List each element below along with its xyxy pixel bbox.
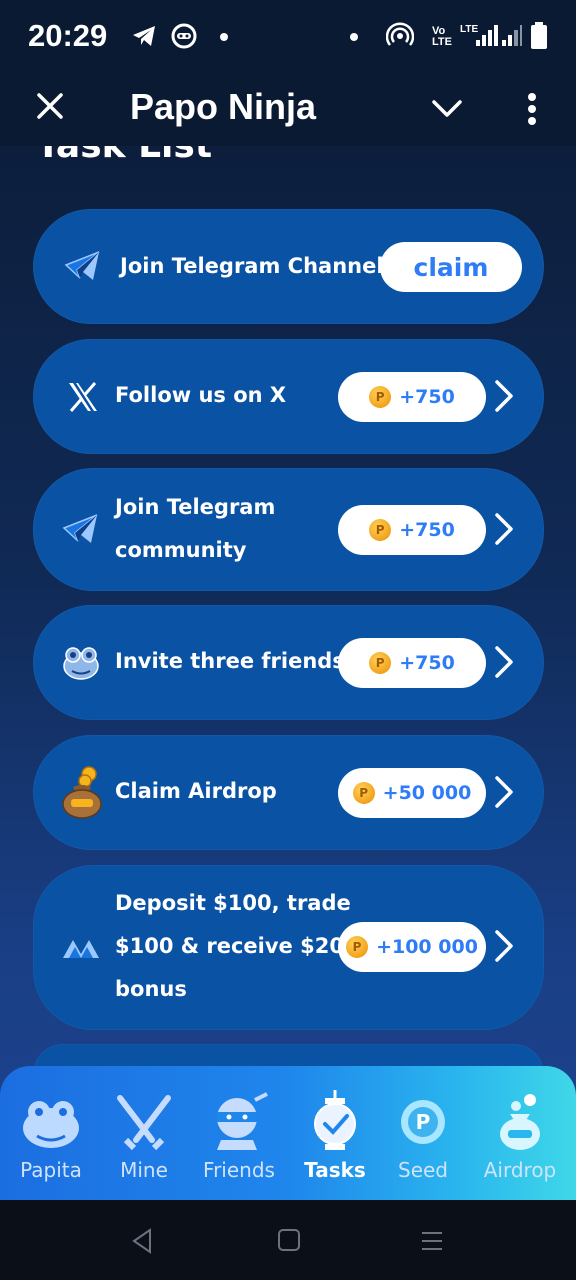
task-label: Join Telegram Channel	[120, 254, 384, 278]
status-time: 20:29	[28, 18, 108, 53]
reward-amount: +750	[399, 386, 455, 408]
task-card[interactable]: Join Telegram community P +750	[33, 468, 544, 591]
page-title: Papo Ninja	[130, 86, 317, 127]
task-card[interactable]: Follow us on X P +750	[33, 339, 544, 454]
reward-amount: +100 000	[376, 936, 478, 958]
home-icon[interactable]	[277, 1228, 301, 1256]
frog-icon	[19, 1090, 83, 1154]
nav-label: Papita	[20, 1158, 82, 1182]
nav-label: Airdrop	[483, 1158, 557, 1182]
nav-label: Tasks	[304, 1158, 366, 1182]
task-label: Claim Airdrop	[115, 779, 277, 803]
task-card[interactable]: Join Telegram Channel claim	[33, 209, 544, 324]
frog-icon	[61, 642, 101, 682]
task-label-line: bonus	[115, 977, 187, 1001]
task-label-line: community	[115, 538, 247, 562]
telegram-icon	[61, 509, 101, 549]
task-label-line: $100 & receive $20	[115, 934, 344, 958]
coin-icon: P	[369, 386, 392, 408]
mexc-logo-icon	[61, 928, 101, 968]
svg-text:P: P	[416, 1110, 431, 1134]
reward-pill[interactable]: P +100 000	[338, 922, 486, 972]
reward-pill[interactable]: P +750	[338, 505, 486, 555]
nav-label: Seed	[398, 1158, 448, 1182]
nav-item-airdrop[interactable]: Airdrop	[472, 1090, 568, 1190]
recents-menu-icon[interactable]	[420, 1230, 444, 1256]
task-card[interactable]: Deposit $100, trade $100 & receive $20 b…	[33, 865, 544, 1030]
task-list-heading-text: Task List	[36, 146, 212, 166]
task-card[interactable]: Claim Airdrop P +50 000	[33, 735, 544, 850]
task-label-line: Join Telegram	[115, 495, 276, 519]
coin-icon: P	[352, 782, 375, 804]
claim-button[interactable]: claim	[380, 242, 522, 292]
coin-icon: P	[369, 652, 392, 674]
nav-item-mine[interactable]: Mine	[96, 1090, 192, 1190]
coin-icon: P	[346, 936, 369, 958]
telegram-icon	[130, 22, 158, 54]
volte-label-bottom: LTE	[432, 36, 452, 48]
coin-icon: P	[391, 1090, 455, 1154]
reward-amount: +750	[399, 519, 455, 541]
money-bag-icon	[59, 765, 105, 819]
battery-icon	[530, 22, 548, 54]
more-vertical-icon[interactable]	[526, 92, 538, 130]
telegram-icon	[63, 246, 103, 286]
headset-bot-icon	[170, 22, 198, 54]
nav-item-tasks[interactable]: Tasks	[287, 1090, 383, 1190]
swords-icon	[112, 1090, 176, 1154]
nav-item-papita[interactable]: Papita	[3, 1090, 99, 1190]
hotspot-icon	[385, 22, 415, 54]
notification-dot	[350, 33, 358, 41]
chevron-right-icon[interactable]	[493, 379, 515, 417]
reward-amount: +50 000	[382, 782, 472, 804]
chevron-right-icon[interactable]	[493, 929, 515, 967]
chevron-right-icon[interactable]	[493, 645, 515, 683]
task-label-line: Deposit $100, trade	[115, 891, 351, 915]
chevron-down-icon[interactable]	[430, 94, 464, 126]
back-icon[interactable]	[130, 1228, 154, 1258]
task-label: Join Telegram community	[115, 486, 275, 572]
lantern-icon	[303, 1090, 367, 1154]
system-navigation-bar	[0, 1200, 576, 1280]
task-label: Invite three friends	[115, 649, 345, 673]
chevron-right-icon[interactable]	[493, 775, 515, 813]
task-label: Follow us on X	[115, 383, 287, 407]
reward-pill[interactable]: P +50 000	[338, 768, 486, 818]
reward-amount: +750	[399, 652, 455, 674]
signal-icon	[474, 24, 522, 52]
nav-item-seed[interactable]: P Seed	[375, 1090, 471, 1190]
ninja-icon	[207, 1090, 271, 1154]
close-icon[interactable]	[34, 90, 66, 126]
bottom-navigation: Papita Mine Friends Tasks P Seed Airdrop	[0, 1066, 576, 1200]
x-logo-icon	[63, 377, 103, 417]
app-header: Papo Ninja	[0, 76, 576, 146]
chevron-right-icon[interactable]	[493, 512, 515, 550]
notification-dot	[220, 33, 228, 41]
volte-label: Vo LTE	[432, 26, 452, 48]
reward-pill[interactable]: P +750	[338, 372, 486, 422]
nav-label: Mine	[120, 1158, 168, 1182]
reward-pill[interactable]: P +750	[338, 638, 486, 688]
task-label: Deposit $100, trade $100 & receive $20 b…	[115, 882, 351, 1011]
task-list-heading: Task List	[36, 146, 212, 172]
coin-icon: P	[369, 519, 392, 541]
papo-bag-icon	[488, 1090, 552, 1154]
status-bar: 20:29 Vo LTE LTE	[0, 0, 576, 76]
nav-label: Friends	[203, 1158, 275, 1182]
nav-item-friends[interactable]: Friends	[191, 1090, 287, 1190]
task-card[interactable]: Invite three friends P +750	[33, 605, 544, 720]
